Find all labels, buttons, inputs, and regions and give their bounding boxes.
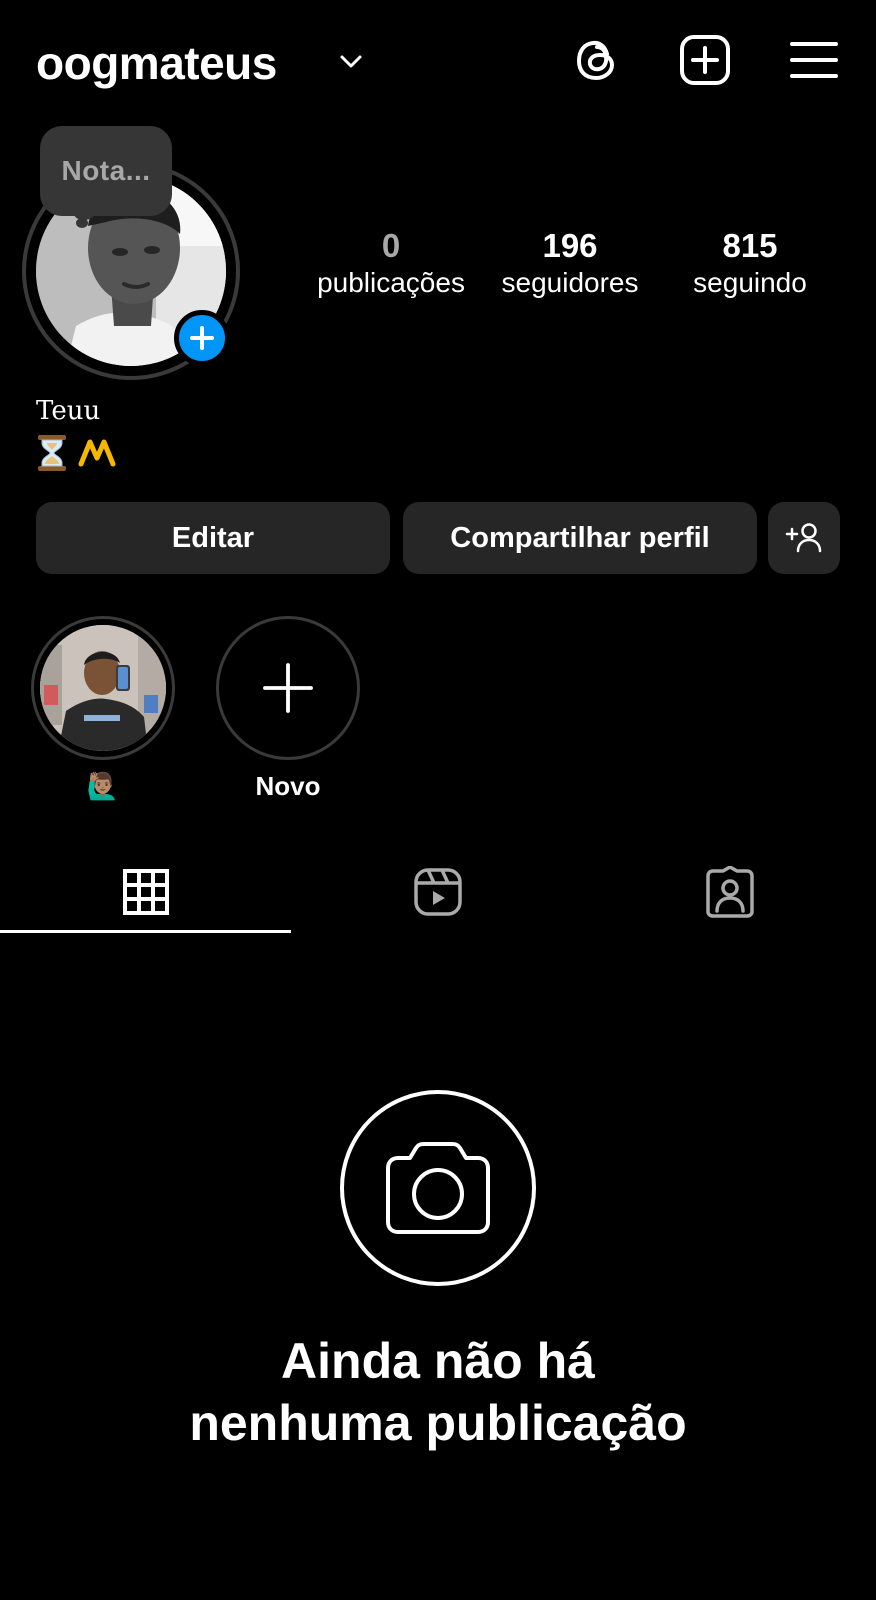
empty-state-line1: Ainda não há	[281, 1333, 595, 1389]
tab-reels[interactable]	[292, 852, 584, 932]
stat-followers-label: seguidores	[501, 267, 639, 298]
highlight-thumbnail[interactable]	[40, 625, 166, 751]
add-person-icon	[785, 523, 822, 553]
add-post-icon[interactable]	[677, 32, 733, 88]
stat-posts: 0 publicações	[301, 226, 481, 300]
grid-icon	[123, 869, 169, 915]
hourglass-icon	[38, 435, 66, 471]
tab-tagged[interactable]	[584, 852, 876, 932]
stat-following-count: 815	[722, 227, 778, 264]
empty-state-line2: nenhuma publicação	[189, 1395, 687, 1451]
note-bubble[interactable]: Nota...	[40, 126, 172, 216]
chevron-down-icon[interactable]	[336, 46, 366, 76]
profile-username[interactable]: oogmateus	[36, 36, 277, 90]
note-bubble-tail-dot	[76, 218, 88, 228]
stat-posts-label: publicações	[317, 267, 465, 298]
stat-posts-count: 0	[381, 227, 401, 264]
plus-icon	[263, 663, 313, 713]
threads-icon[interactable]	[569, 32, 625, 88]
reels-icon	[414, 868, 462, 916]
active-tab-indicator	[0, 930, 291, 933]
tagged-person-icon	[706, 866, 754, 918]
camera-icon	[340, 1090, 536, 1286]
new-highlight-label: Novo	[255, 771, 321, 801]
tab-posts-grid[interactable]	[0, 852, 292, 932]
add-story-plus-button[interactable]	[174, 310, 230, 366]
bio-name: Teuu	[36, 396, 101, 426]
stat-followers[interactable]: 196 seguidores	[480, 226, 660, 300]
edit-profile-button[interactable]: Editar	[36, 502, 390, 574]
stat-following[interactable]: 815 seguindo	[660, 226, 840, 300]
empty-state-message: Ainda não há nenhuma publicação	[0, 1330, 876, 1454]
crown-zigzag-icon	[78, 439, 116, 467]
hamburger-menu-icon[interactable]	[786, 32, 842, 88]
new-highlight-button[interactable]	[216, 616, 360, 760]
stat-following-label: seguindo	[693, 267, 807, 298]
stat-followers-count: 196	[542, 227, 598, 264]
bio-emojis	[36, 434, 116, 472]
discover-people-button[interactable]	[768, 502, 840, 574]
share-profile-button[interactable]: Compartilhar perfil	[403, 502, 757, 574]
highlight-label: 🙋🏽‍♂️	[86, 771, 120, 801]
